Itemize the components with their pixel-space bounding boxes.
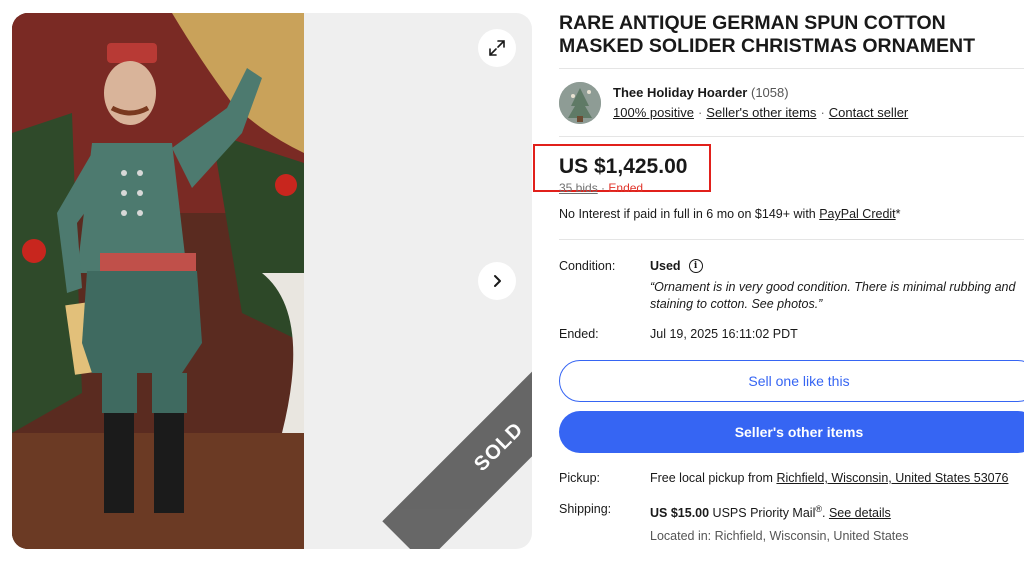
pickup-label: Pickup:	[559, 471, 600, 485]
paypal-credit-link[interactable]: PayPal Credit	[819, 207, 895, 221]
ended-label: Ended:	[559, 327, 599, 341]
shipping-price: US $15.00	[650, 506, 710, 521]
divider	[559, 239, 1024, 240]
see-details-link[interactable]: See details	[829, 506, 891, 520]
condition-description: “Ornament is in very good condition. The…	[650, 280, 1016, 311]
seller-feedback-count: (1058)	[751, 85, 789, 100]
info-icon[interactable]: i	[688, 259, 703, 273]
registered-mark: ®	[815, 504, 822, 514]
condition-value: Used i	[650, 259, 703, 273]
sellers-other-items-button[interactable]: Seller's other items	[559, 411, 1024, 453]
condition-text: Used	[650, 259, 681, 273]
expand-icon	[489, 40, 505, 56]
sell-one-like-this-button[interactable]: Sell one like this	[559, 360, 1024, 402]
bids-status: 35 bids · Ended	[559, 181, 643, 195]
seller-links: 100% positive · Seller's other items · Conta…	[613, 105, 908, 120]
shipping-service: USPS Priority Mail	[709, 506, 816, 521]
paypal-credit-offer: No Interest if paid in full in 6 mo on $…	[559, 207, 901, 221]
bids-separator: ·	[601, 181, 606, 195]
pickup-text: Free local pickup from	[650, 471, 777, 485]
bids-count[interactable]: 35 bids	[559, 181, 598, 195]
shipping-value: US $15.00 USPS Priority Mail®. See detai…	[650, 504, 891, 520]
located-in: Located in: Richfield, Wisconsin, United…	[650, 529, 909, 543]
listing-info: RARE ANTIQUE GERMAN SPUN COTTON MASKED S…	[533, 0, 1024, 562]
ended-value: Jul 19, 2025 16:11:02 PDT	[650, 327, 798, 341]
sellers-other-items-link[interactable]: Seller's other items	[706, 105, 816, 120]
positive-feedback-link[interactable]: 100% positive	[613, 105, 694, 120]
seller-avatar[interactable]	[559, 82, 601, 124]
credit-suffix: *	[895, 207, 901, 221]
next-image-button[interactable]	[478, 262, 516, 300]
divider	[559, 136, 1024, 137]
link-separator: ·	[820, 105, 825, 120]
product-photo[interactable]	[12, 13, 304, 549]
image-gallery: SOLD	[12, 13, 532, 549]
condition-label: Condition:	[559, 259, 616, 273]
contact-seller-link[interactable]: Contact seller	[829, 105, 908, 120]
seller-name[interactable]: Thee Holiday Hoarder (1058)	[613, 85, 789, 100]
shipping-period: .	[822, 506, 829, 521]
listing-title: RARE ANTIQUE GERMAN SPUN COTTON MASKED S…	[559, 12, 976, 57]
expand-button[interactable]	[478, 29, 516, 67]
chevron-right-icon	[494, 275, 501, 287]
divider	[559, 68, 1024, 69]
link-separator: ·	[697, 105, 703, 120]
credit-text: No Interest if paid in full in 6 mo on $…	[559, 207, 820, 221]
pickup-location-link[interactable]: Richfield, Wisconsin, United States 5307…	[776, 471, 1008, 485]
pickup-value: Free local pickup from Richfield, Wiscon…	[650, 471, 1009, 485]
auction-status: Ended	[608, 181, 644, 195]
item-price: US $1,425.00	[559, 155, 688, 178]
shipping-label: Shipping:	[559, 502, 612, 516]
seller-name-text[interactable]: Thee Holiday Hoarder	[613, 85, 747, 100]
sold-ribbon: SOLD	[382, 330, 532, 549]
